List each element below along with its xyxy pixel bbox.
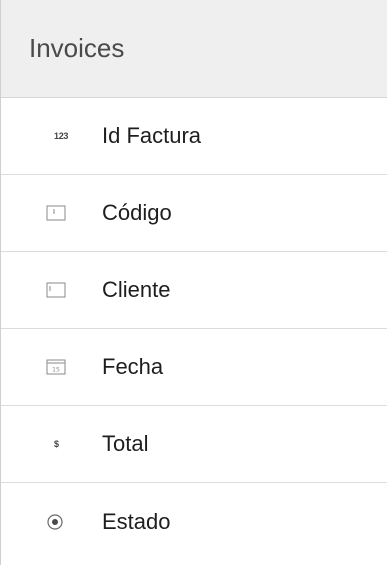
radio-icon bbox=[46, 511, 74, 533]
field-label: Total bbox=[102, 431, 149, 456]
calendar-icon: 15 bbox=[46, 356, 74, 378]
field-label: Código bbox=[102, 200, 172, 225]
invoices-panel: Invoices 123 Id Factura Código Cliente 1… bbox=[0, 0, 387, 565]
field-label: Cliente bbox=[102, 277, 171, 302]
currency-icon: $ bbox=[54, 439, 59, 449]
field-label: Estado bbox=[102, 508, 171, 534]
text-field-icon bbox=[46, 202, 74, 224]
field-item-estado[interactable]: Estado bbox=[1, 483, 387, 560]
panel-title: Invoices bbox=[29, 33, 125, 63]
field-item-cliente[interactable]: Cliente bbox=[1, 252, 387, 329]
svg-text:15: 15 bbox=[52, 367, 60, 374]
number-type-icon: 123 bbox=[54, 131, 69, 141]
field-label: Fecha bbox=[102, 354, 164, 379]
text-area-icon bbox=[46, 279, 74, 301]
panel-header: Invoices bbox=[1, 0, 387, 98]
field-item-codigo[interactable]: Código bbox=[1, 175, 387, 252]
field-list: 123 Id Factura Código Cliente 15 Fecha $… bbox=[1, 98, 387, 560]
field-item-id-factura[interactable]: 123 Id Factura bbox=[1, 98, 387, 175]
field-item-total[interactable]: $ Total bbox=[1, 406, 387, 483]
field-label: Id Factura bbox=[102, 123, 202, 148]
field-item-fecha[interactable]: 15 Fecha bbox=[1, 329, 387, 406]
